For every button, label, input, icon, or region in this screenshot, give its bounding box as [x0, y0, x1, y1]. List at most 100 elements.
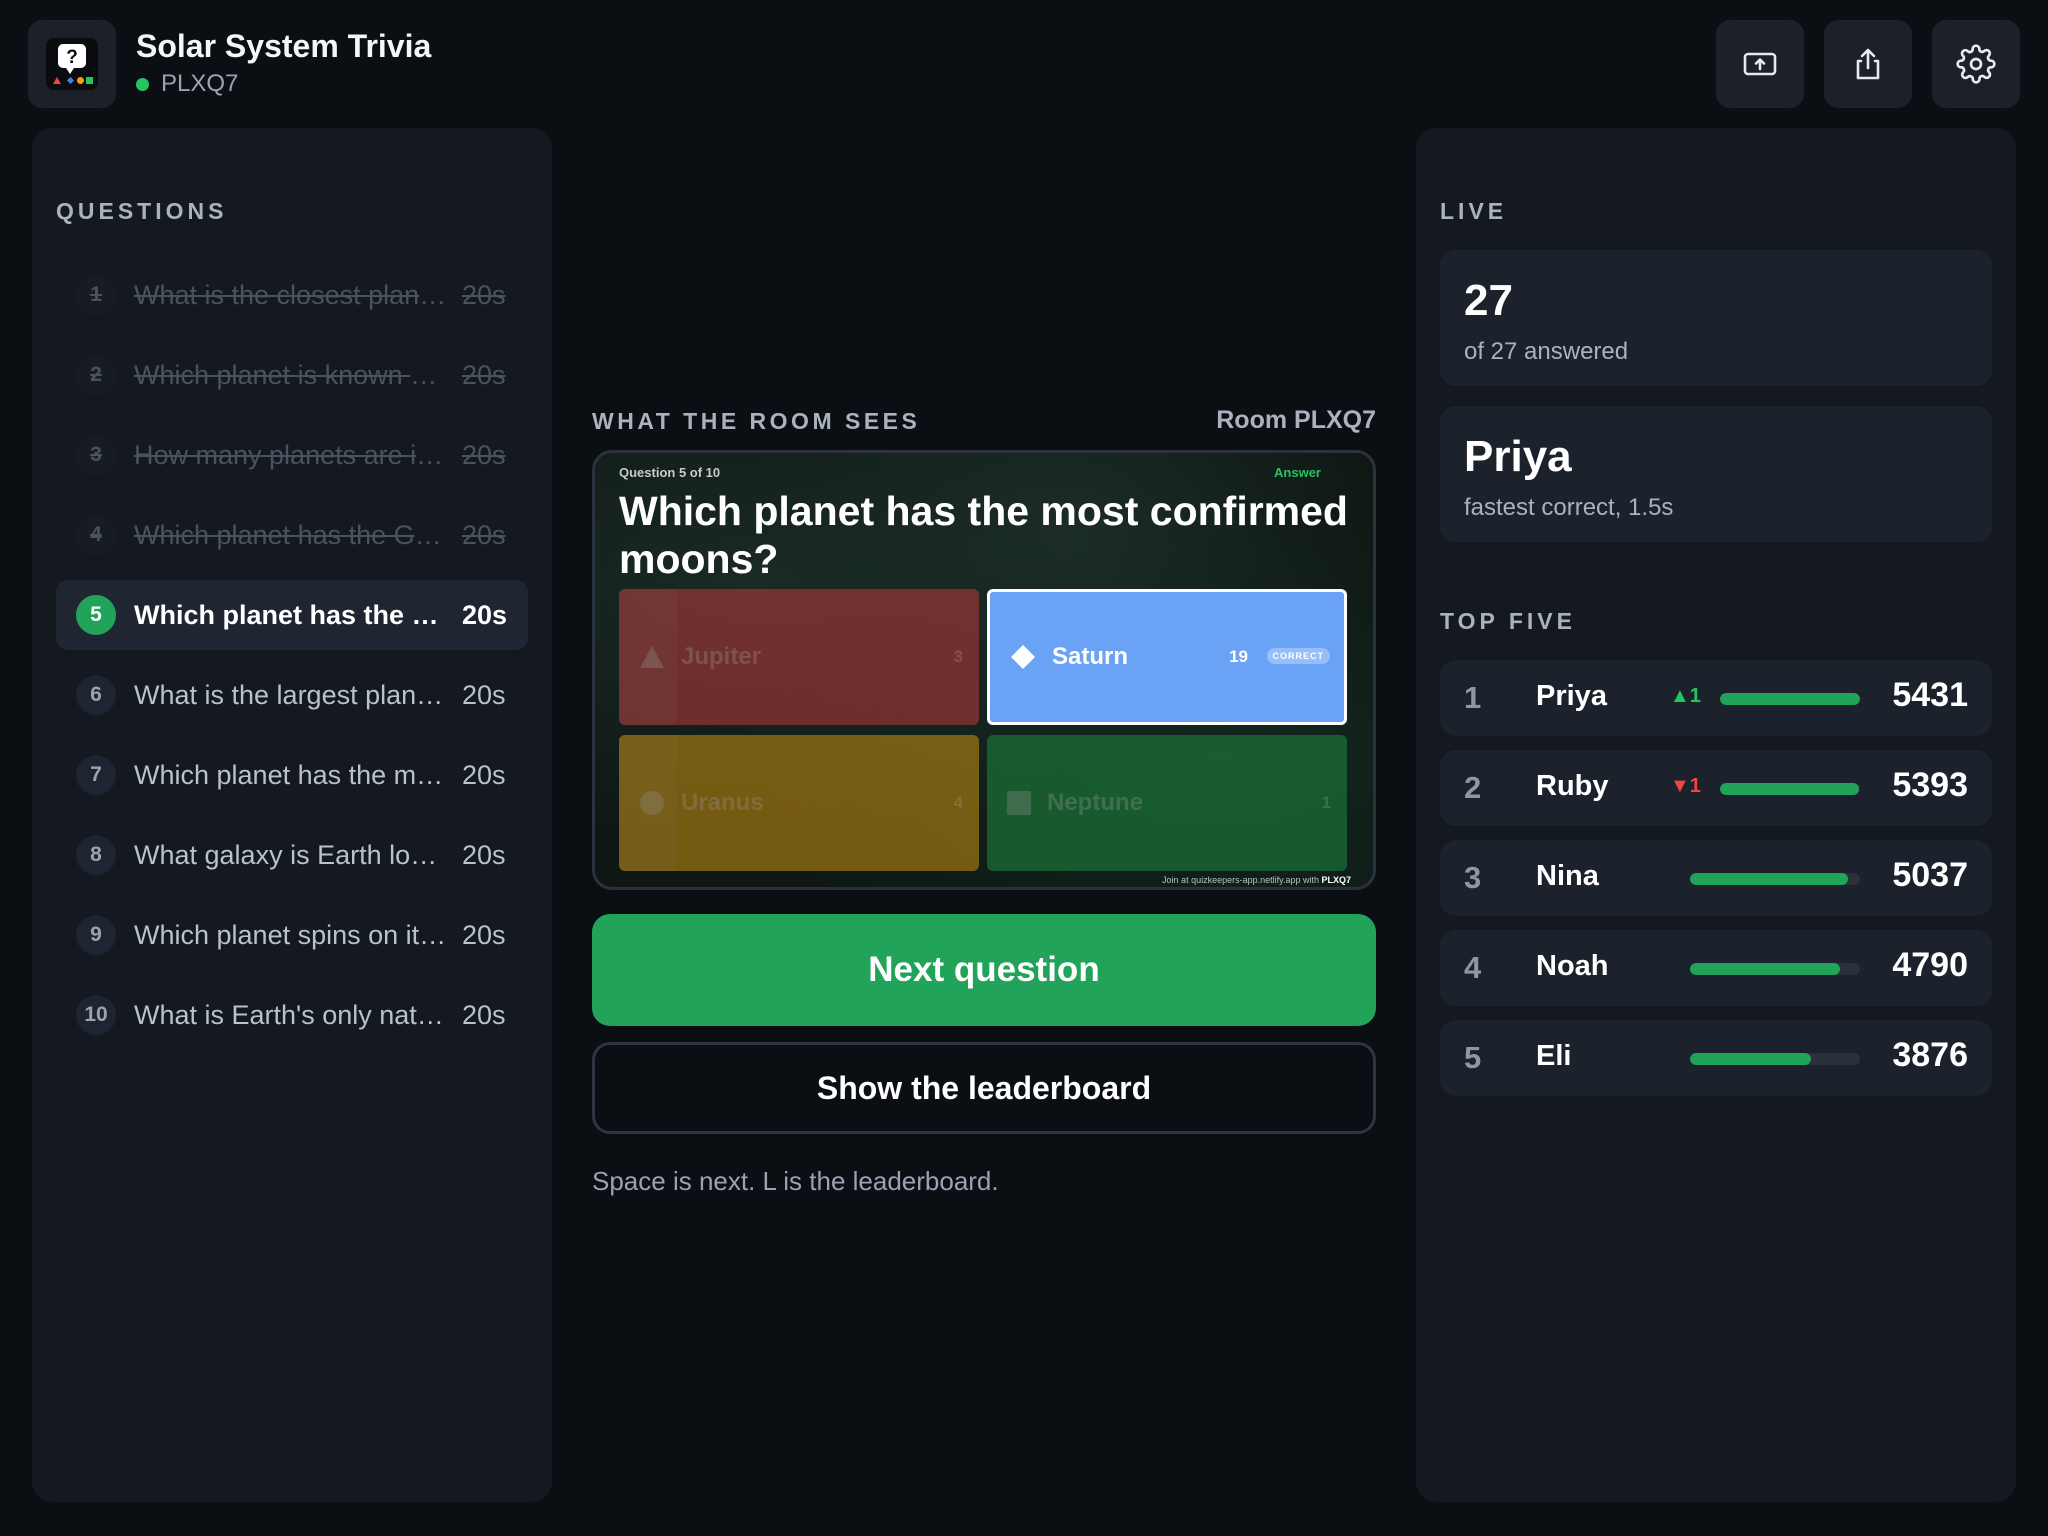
question-item[interactable]: 8 What galaxy is Earth located in? 20s — [56, 820, 528, 890]
room-code: PLXQ7 — [161, 70, 239, 97]
room-status: PLXQ7 — [136, 70, 238, 98]
app-logo: ? — [28, 20, 116, 108]
cast-screen-icon — [1743, 52, 1777, 76]
preview-question-text: Which planet has the most confirmed moon… — [619, 488, 1348, 582]
question-item[interactable]: 2 Which planet is known as the Red Planet… — [56, 340, 528, 410]
answered-card: 27 of 27 answered — [1440, 250, 1992, 386]
triangle-icon — [640, 646, 664, 668]
answer-label: Neptune — [1047, 789, 1143, 816]
rank-change: ▲1 — [1670, 685, 1701, 707]
question-number: 5 — [76, 595, 116, 635]
question-item[interactable]: 5 Which planet has the most confirmed moo… — [56, 580, 528, 650]
score-bar — [1690, 1053, 1860, 1065]
fastest-card: Priya fastest correct, 1.5s — [1440, 406, 1992, 542]
answer-label: Jupiter — [681, 643, 762, 670]
question-item[interactable]: 6 What is the largest planet in our solar… — [56, 660, 528, 730]
question-time: 20s — [462, 839, 506, 870]
score-bar-fill — [1720, 783, 1860, 795]
leaderboard-name: Eli — [1536, 1040, 1572, 1072]
answer-label: Uranus — [681, 789, 764, 816]
answered-count: 27 — [1464, 276, 1513, 325]
settings-icon — [1956, 44, 1996, 84]
leaderboard-score: 4790 — [1892, 946, 1968, 984]
leaderboard-row: 2 Ruby ▼1 5393 — [1440, 750, 1992, 826]
question-item[interactable]: 1 What is the closest planet to the Sun? 2… — [56, 260, 528, 330]
question-number: 7 — [76, 755, 116, 795]
share-button[interactable] — [1824, 20, 1912, 108]
question-text: Which planet is known as the Red Planet? — [134, 359, 450, 390]
question-time: 20s — [462, 279, 506, 310]
question-text: Which planet has the Great Red Spot? — [134, 519, 450, 550]
score-bar — [1720, 693, 1860, 705]
show-leaderboard-button[interactable]: Show the leaderboard — [592, 1042, 1376, 1134]
leaderboard-name: Noah — [1536, 950, 1609, 982]
answer-count: 4 — [953, 793, 963, 812]
question-time: 20s — [462, 679, 506, 710]
question-text: What is the largest planet in our solar … — [134, 679, 450, 710]
live-status-dot — [136, 77, 149, 91]
question-item[interactable]: 4 Which planet has the Great Red Spot? 20s — [56, 500, 528, 570]
question-time: 20s — [462, 919, 506, 950]
questions-panel — [32, 128, 552, 1502]
cast-screen-button[interactable] — [1716, 20, 1804, 108]
leaderboard-score: 5431 — [1892, 676, 1968, 714]
leaderboard-rank: 4 — [1464, 950, 1482, 985]
answer-count: 3 — [953, 647, 963, 666]
keyboard-hint: Space is next. L is the leaderboard. — [592, 1166, 999, 1196]
score-bar-fill — [1690, 1053, 1812, 1065]
leaderboard-rank: 2 — [1464, 770, 1482, 805]
score-bar — [1690, 873, 1860, 885]
question-time: 20s — [462, 439, 506, 470]
leaderboard-rank: 3 — [1464, 860, 1482, 895]
answer-label: Saturn — [1052, 643, 1129, 670]
answer-count: 19 — [1229, 647, 1248, 666]
question-item[interactable]: 9 Which planet spins on its side? 20s — [56, 900, 528, 970]
question-text: Which planet has the most visible rings? — [134, 759, 450, 790]
leaderboard-row: 3 Nina 5037 — [1440, 840, 1992, 916]
question-time: 20s — [462, 599, 508, 630]
leaderboard-rank: 1 — [1464, 680, 1482, 715]
question-text: What is the closest planet to the Sun? — [134, 279, 450, 310]
next-question-button[interactable]: Next question — [592, 914, 1376, 1026]
questions-heading: QUESTIONS — [56, 198, 228, 224]
leaderboard-row: 4 Noah 4790 — [1440, 930, 1992, 1006]
quiz-title: Solar System Trivia — [136, 28, 432, 64]
leaderboard-name: Ruby — [1536, 770, 1609, 802]
question-number: 10 — [76, 995, 116, 1035]
answer-tile-uranus: Uranus 4 — [619, 735, 979, 871]
leaderboard-name: Nina — [1536, 860, 1599, 892]
preview-room-code: Room PLXQ7 — [1216, 406, 1376, 434]
question-item[interactable]: 10 What is Earth's only natural satellite… — [56, 980, 528, 1050]
settings-button[interactable] — [1932, 20, 2020, 108]
room-preview: Question 5 of 10 Answer Which planet has… — [592, 450, 1376, 890]
preview-question-number: Question 5 of 10 — [619, 465, 721, 480]
question-number: 2 — [76, 355, 116, 395]
question-text: What is Earth's only natural satellite? — [134, 999, 450, 1030]
fastest-subtitle: fastest correct, 1.5s — [1464, 494, 1674, 521]
leaderboard-score: 5393 — [1892, 766, 1968, 804]
question-text: What galaxy is Earth located in? — [134, 839, 450, 870]
answered-subtitle: of 27 answered — [1464, 338, 1629, 365]
question-time: 20s — [462, 359, 506, 390]
leaderboard-score: 5037 — [1892, 856, 1968, 894]
question-item[interactable]: 3 How many planets are in our solar syste… — [56, 420, 528, 490]
diamond-icon — [1011, 645, 1035, 669]
question-item[interactable]: 7 Which planet has the most visible rings… — [56, 740, 528, 810]
question-number: 9 — [76, 915, 116, 955]
score-bar — [1690, 963, 1860, 975]
live-heading: LIVE — [1440, 198, 1508, 224]
answer-tile-neptune: Neptune 1 — [987, 735, 1347, 871]
question-number: 3 — [76, 435, 116, 475]
square-icon — [1007, 791, 1031, 815]
question-time: 20s — [462, 999, 506, 1030]
question-text: How many planets are in our solar system… — [134, 439, 450, 470]
correct-badge: CORRECT — [1266, 648, 1330, 664]
score-bar-fill — [1720, 693, 1860, 705]
rank-change: ▼1 — [1670, 775, 1701, 797]
question-text: Which planet spins on its side? — [134, 919, 450, 950]
answer-count: 1 — [1321, 793, 1331, 812]
fastest-player-name: Priya — [1464, 432, 1572, 481]
question-time: 20s — [462, 759, 506, 790]
question-text: Which planet has the most confirmed moon… — [134, 599, 450, 630]
top-five-heading: TOP FIVE — [1440, 608, 1576, 634]
